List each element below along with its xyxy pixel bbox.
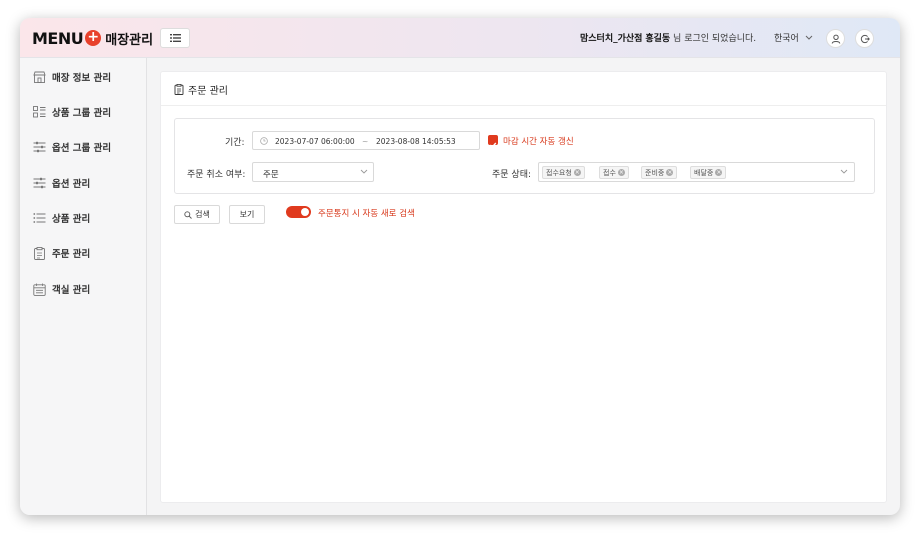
status-tag[interactable]: 배달중 × — [690, 166, 727, 179]
logout-button[interactable] — [855, 29, 874, 48]
sidebar-item-option-groups[interactable]: 옵션 그룹 관리 — [33, 139, 111, 155]
main-panel: 주문 관리 기간: 2023-07-07 06:00:00 ~ 2023-08-… — [160, 71, 887, 503]
cancel-filter-value: 주문 — [263, 170, 279, 180]
range-separator: ~ — [362, 137, 369, 146]
search-button[interactable]: 검색 — [174, 205, 220, 224]
status-tag-label: 준비중 — [645, 168, 665, 177]
store-icon — [33, 71, 46, 83]
sidebar-item-label: 주문 관리 — [52, 249, 91, 260]
user-name: 홍길동 — [645, 34, 671, 44]
logo-plus-icon: + — [85, 30, 102, 46]
sidebar-item-products[interactable]: 상품 관리 — [33, 210, 90, 226]
view-button[interactable]: 보기 — [229, 205, 265, 224]
clock-icon — [260, 137, 268, 145]
sidebar-item-label: 객실 관리 — [52, 285, 91, 296]
language-select[interactable]: 한국어 — [774, 31, 813, 44]
calendar-icon — [33, 283, 46, 296]
grid-list-icon — [33, 106, 46, 118]
logo-subtitle: 매장관리 — [105, 32, 154, 48]
search-icon — [184, 210, 192, 219]
sidebar-item-product-groups[interactable]: 상품 그룹 관리 — [33, 104, 111, 120]
logo-word: MENU — [32, 28, 84, 48]
status-tag[interactable]: 접수 × — [599, 166, 629, 179]
check-icon — [489, 142, 497, 149]
sidebar-item-store-info[interactable]: 매장 정보 관리 — [33, 69, 111, 85]
cancel-filter-select[interactable]: 주문 — [252, 162, 374, 182]
auto-search-toggle[interactable] — [286, 206, 311, 218]
toggle-knob — [301, 208, 309, 216]
search-button-label: 검색 — [195, 210, 210, 219]
sidebar-item-orders[interactable]: 주문 관리 — [33, 245, 90, 261]
filter-panel: 기간: 2023-07-07 06:00:00 ~ 2023-08-08 14:… — [174, 118, 875, 194]
sidebar-item-options[interactable]: 옵션 관리 — [33, 175, 90, 191]
status-tag[interactable]: 접수요청 × — [542, 166, 585, 179]
status-tag-label: 접수요청 — [546, 168, 572, 177]
remove-tag-icon[interactable]: × — [617, 169, 625, 176]
remove-tag-icon[interactable]: × — [666, 169, 674, 176]
sidebar: 매장 정보 관리 상품 그룹 관리 옵션 그룹 관리 옵션 관리 상품 관리 주… — [20, 58, 147, 515]
sidebar-item-label: 옵션 그룹 관리 — [52, 143, 112, 154]
chevron-down-icon — [360, 169, 368, 174]
page-title: 주문 관리 — [174, 82, 228, 97]
menu-toggle-button[interactable] — [160, 28, 190, 48]
sidebar-item-label: 매장 정보 관리 — [52, 73, 112, 84]
sliders-icon — [33, 141, 46, 153]
period-label: 기간: — [225, 138, 245, 148]
date-range-picker[interactable]: 2023-07-07 06:00:00 ~ 2023-08-08 14:05:5… — [252, 131, 480, 150]
clipboard-icon — [174, 84, 184, 95]
remove-tag-icon[interactable]: × — [715, 169, 723, 176]
brand-logo[interactable]: MENU + 매장관리 — [32, 27, 153, 49]
sidebar-item-label: 상품 그룹 관리 — [52, 108, 112, 119]
remove-tag-icon[interactable]: × — [573, 169, 581, 176]
page-title-text: 주문 관리 — [188, 86, 228, 97]
start-datetime[interactable]: 2023-07-07 06:00:00 — [275, 137, 355, 146]
chevron-down-icon — [840, 169, 848, 174]
title-divider — [161, 105, 886, 106]
profile-button[interactable] — [826, 29, 845, 48]
top-header: MENU + 매장관리 맘스터치_가산점 홍길동 님 로그인 되었습니다. 한국… — [20, 18, 900, 58]
app-window: MENU + 매장관리 맘스터치_가산점 홍길동 님 로그인 되었습니다. 한국… — [20, 18, 900, 515]
clipboard-icon — [34, 246, 45, 260]
end-datetime[interactable]: 2023-08-08 14:05:53 — [376, 137, 456, 146]
login-status: 맘스터치_가산점 홍길동 님 로그인 되었습니다. — [580, 31, 756, 44]
language-label: 한국어 — [774, 34, 799, 44]
list-icon — [33, 213, 46, 223]
status-tag-label: 배달중 — [694, 168, 714, 177]
hamburger-icon — [169, 34, 181, 42]
status-filter-label: 주문 상태: — [492, 170, 532, 180]
status-tag[interactable]: 준비중 × — [641, 166, 678, 179]
sidebar-item-label: 상품 관리 — [52, 214, 91, 225]
status-tag-label: 접수 — [603, 168, 616, 177]
cancel-filter-label: 주문 취소 여부: — [187, 170, 246, 180]
user-icon — [831, 34, 840, 44]
sidebar-item-rooms[interactable]: 객실 관리 — [33, 281, 90, 297]
login-suffix: 님 로그인 되었습니다. — [670, 34, 757, 44]
chevron-down-icon — [805, 35, 813, 40]
logout-icon — [860, 34, 870, 43]
view-button-label: 보기 — [239, 210, 255, 219]
store-name: 맘스터치_가산점 — [580, 34, 643, 44]
status-filter-select[interactable]: 접수요청 × 접수 × 준비중 × 배달중 × — [538, 162, 855, 182]
auto-search-label: 주문통지 시 자동 새로 검색 — [318, 209, 415, 219]
sliders-icon — [33, 177, 46, 189]
auto-refresh-label: 마감 시간 자동 갱신 — [503, 137, 574, 147]
sidebar-item-label: 옵션 관리 — [52, 179, 91, 190]
auto-refresh-checkbox[interactable] — [488, 135, 498, 149]
